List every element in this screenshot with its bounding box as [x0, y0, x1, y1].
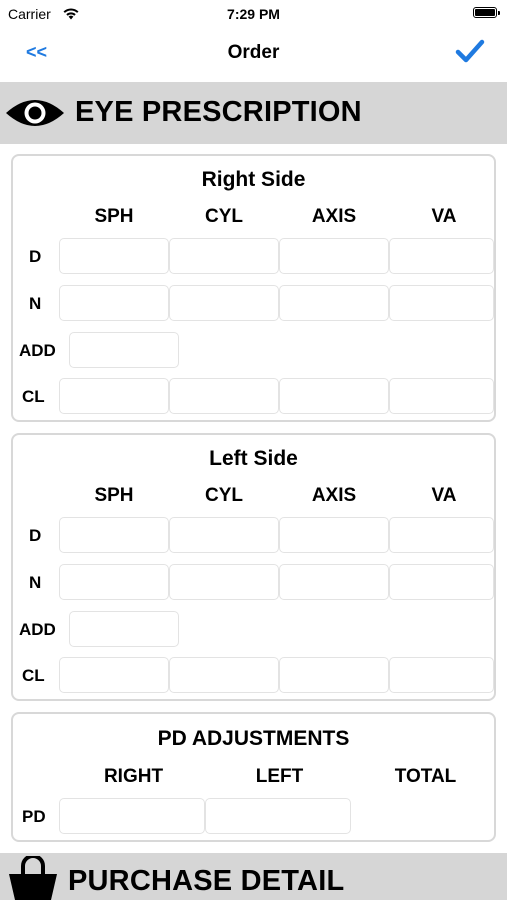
right-d-sph-field[interactable] — [59, 238, 169, 274]
col-header-sph: SPH — [94, 485, 134, 506]
pd-left-field[interactable] — [205, 798, 351, 834]
status-bar: Carrier 7:29 PM — [0, 0, 507, 28]
col-header-left: LEFT — [255, 766, 304, 787]
col-header-axis: AXIS — [311, 485, 357, 506]
navigation-bar: << Order — [0, 28, 507, 82]
checkmark-icon[interactable] — [455, 38, 485, 64]
right-cl-sph-field[interactable] — [59, 378, 169, 414]
left-side-card: Left Side SPH CYL AXIS VA D N ADD CL — [11, 433, 496, 701]
col-header-axis: AXIS — [311, 206, 357, 227]
row-label-pd: PD — [22, 807, 46, 826]
left-d-sph-field[interactable] — [59, 517, 169, 553]
pd-right-field[interactable] — [59, 798, 205, 834]
left-cl-axis-field[interactable] — [279, 657, 389, 693]
eye-prescription-header: EYE PRESCRIPTION — [0, 82, 507, 144]
left-n-va-field[interactable] — [389, 564, 494, 600]
left-n-sph-field[interactable] — [59, 564, 169, 600]
right-n-va-field[interactable] — [389, 285, 494, 321]
row-label-cl: CL — [22, 666, 45, 685]
left-cl-cyl-field[interactable] — [169, 657, 279, 693]
left-d-axis-field[interactable] — [279, 517, 389, 553]
left-n-axis-field[interactable] — [279, 564, 389, 600]
col-header-total: TOTAL — [394, 766, 457, 787]
right-cl-axis-field[interactable] — [279, 378, 389, 414]
shopping-bag-icon — [9, 856, 57, 900]
right-side-card: Right Side SPH CYL AXIS VA D N ADD CL — [11, 154, 496, 422]
right-d-cyl-field[interactable] — [169, 238, 279, 274]
row-label-cl: CL — [22, 387, 45, 406]
row-label-n: N — [29, 573, 42, 592]
right-side-title: Right Side — [201, 168, 306, 191]
right-d-va-field[interactable] — [389, 238, 494, 274]
battery-icon — [473, 7, 500, 18]
col-header-right: RIGHT — [103, 766, 164, 787]
col-header-cyl: CYL — [205, 485, 243, 506]
left-add-field[interactable] — [69, 611, 179, 647]
purchase-detail-title: PURCHASE DETAIL — [68, 865, 345, 897]
row-label-n: N — [29, 294, 42, 313]
right-cl-va-field[interactable] — [389, 378, 494, 414]
page-title: Order — [227, 42, 280, 63]
pd-adjustments-title: PD ADJUSTMENTS — [157, 727, 350, 750]
eye-prescription-title: EYE PRESCRIPTION — [75, 96, 362, 128]
left-cl-sph-field[interactable] — [59, 657, 169, 693]
right-n-sph-field[interactable] — [59, 285, 169, 321]
right-n-cyl-field[interactable] — [169, 285, 279, 321]
right-add-field[interactable] — [69, 332, 179, 368]
col-header-va: VA — [431, 485, 457, 506]
status-time: 7:29 PM — [227, 6, 280, 22]
left-n-cyl-field[interactable] — [169, 564, 279, 600]
purchase-detail-header: PURCHASE DETAIL — [0, 853, 507, 900]
col-header-sph: SPH — [94, 206, 134, 227]
left-cl-va-field[interactable] — [389, 657, 494, 693]
left-d-va-field[interactable] — [389, 517, 494, 553]
right-n-axis-field[interactable] — [279, 285, 389, 321]
row-label-d: D — [29, 526, 42, 545]
pd-adjustments-card: PD ADJUSTMENTS RIGHT LEFT TOTAL PD — [11, 712, 496, 842]
col-header-cyl: CYL — [205, 206, 243, 227]
left-side-title: Left Side — [209, 447, 298, 470]
eye-icon — [6, 100, 64, 126]
col-header-va: VA — [431, 206, 457, 227]
row-label-add: ADD — [19, 620, 56, 639]
row-label-add: ADD — [19, 341, 56, 360]
row-label-d: D — [29, 247, 42, 266]
right-cl-cyl-field[interactable] — [169, 378, 279, 414]
left-d-cyl-field[interactable] — [169, 517, 279, 553]
right-d-axis-field[interactable] — [279, 238, 389, 274]
